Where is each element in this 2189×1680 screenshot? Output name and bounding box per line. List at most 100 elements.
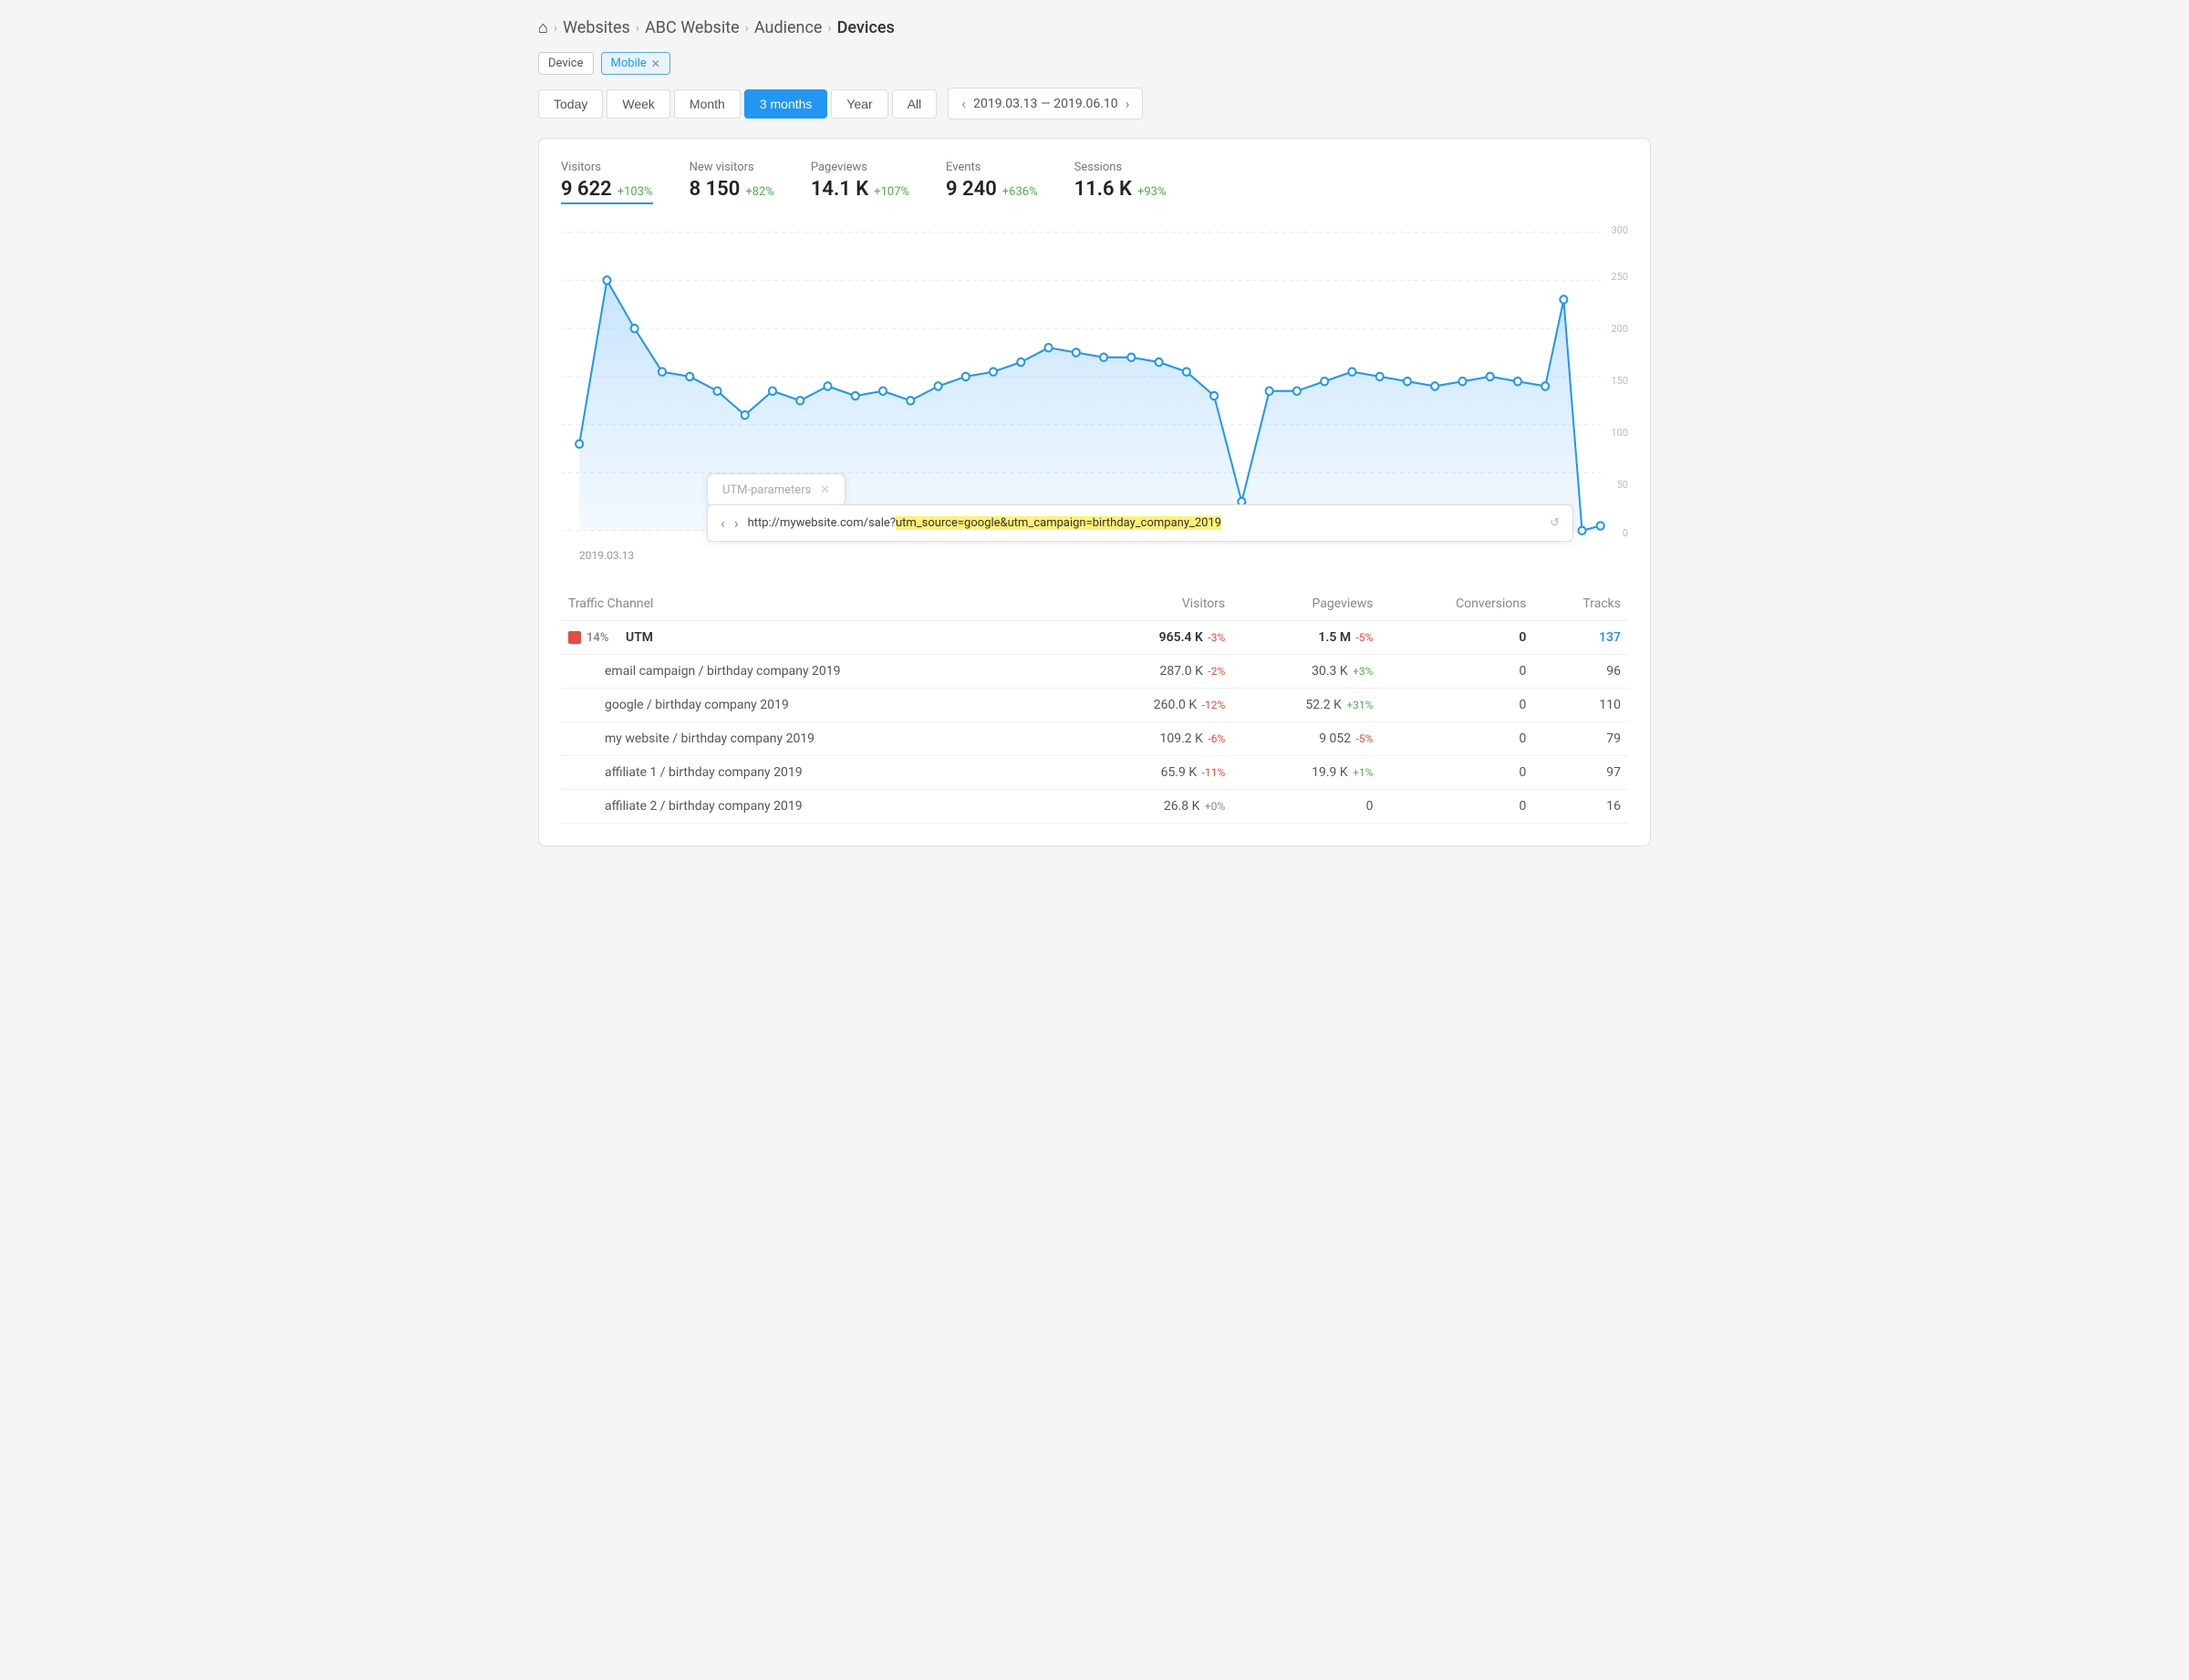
affiliate1-visitors-pct: -11% [1202, 766, 1226, 779]
y-label-300: 300 [1611, 224, 1628, 236]
affiliate1-name: affiliate 1 / birthday company 2019 [605, 765, 803, 780]
new-visitors-number: 8 150 [690, 178, 741, 201]
date-prev[interactable]: ‹ [961, 95, 966, 112]
stats-row: Visitors 9 622 +103% New visitors 8 150 … [561, 161, 1628, 204]
y-label-0: 0 [1623, 527, 1628, 539]
affiliate2-channel-cell: affiliate 2 / birthday company 2019 [561, 790, 1077, 824]
mywebsite-visitors-pct: -6% [1208, 732, 1225, 745]
stat-sessions: Sessions 11.6 K +93% [1074, 161, 1167, 204]
y-label-50: 50 [1617, 479, 1628, 491]
chart-container: 300 250 200 150 100 50 0 [561, 223, 1628, 569]
filter-device[interactable]: Device [538, 52, 594, 75]
affiliate1-pageviews-pct: +1% [1353, 766, 1373, 779]
y-label-100: 100 [1611, 427, 1628, 439]
table-row-utm: 14% UTM 965.4 K -3% 1.5 M -5% 0 137 [561, 621, 1628, 655]
url-back[interactable]: ‹ [721, 514, 725, 532]
affiliate1-channel-cell: affiliate 1 / birthday company 2019 [561, 756, 1077, 790]
filter-device-label: Device [548, 57, 584, 70]
utm-pageviews: 1.5 M -5% [1232, 621, 1380, 655]
date-range-text: 2019.03.13 — 2019.06.10 [973, 97, 1118, 111]
url-refresh[interactable]: ↺ [1550, 516, 1560, 530]
events-number: 9 240 [946, 178, 997, 201]
url-forward[interactable]: › [734, 514, 739, 532]
pageviews-number: 14.1 K [811, 178, 868, 201]
btn-year[interactable]: Year [831, 89, 887, 119]
table-row-mywebsite: my website / birthday company 2019 109.2… [561, 722, 1628, 756]
traffic-table: Traffic Channel Visitors Pageviews Conve… [561, 587, 1628, 824]
url-highlight: utm_source=google&utm_campaign=birthday_… [896, 516, 1221, 530]
breadcrumb-sep-2: › [636, 21, 639, 36]
filter-mobile-close[interactable]: ✕ [651, 57, 660, 70]
table-header-row: Traffic Channel Visitors Pageviews Conve… [561, 587, 1628, 621]
th-conversions: Conversions [1380, 587, 1533, 621]
utm-channel-cell: 14% UTM [561, 621, 1077, 655]
email-channel-cell: email campaign / birthday company 2019 [561, 655, 1077, 689]
filter-mobile-label: Mobile [611, 57, 647, 70]
utm-indicator [568, 631, 581, 644]
breadcrumb-audience[interactable]: Audience [754, 18, 823, 37]
y-label-150: 150 [1611, 375, 1628, 387]
pageviews-pct: +107% [874, 185, 909, 199]
breadcrumb-abc[interactable]: ABC Website [645, 18, 740, 37]
sessions-pct: +93% [1137, 185, 1167, 199]
utm-popup: UTM-parameters ✕ [707, 473, 846, 507]
y-label-250: 250 [1611, 271, 1628, 283]
y-label-200: 200 [1611, 323, 1628, 335]
breadcrumb-websites[interactable]: Websites [563, 18, 630, 37]
home-icon[interactable]: ⌂ [538, 18, 548, 37]
th-tracks: Tracks [1533, 587, 1628, 621]
th-pageviews: Pageviews [1232, 587, 1380, 621]
visitors-number: 9 622 [561, 178, 612, 201]
btn-month[interactable]: Month [674, 89, 741, 119]
btn-today[interactable]: Today [538, 89, 603, 119]
stat-pageviews-value: 14.1 K +107% [811, 178, 909, 201]
btn-week[interactable]: Week [607, 89, 670, 119]
affiliate2-pageviews: 0 [1232, 790, 1380, 824]
breadcrumb-devices: Devices [837, 18, 895, 37]
affiliate2-visitors-pct: +0% [1205, 800, 1225, 813]
google-conversions: 0 [1380, 689, 1533, 722]
mywebsite-name: my website / birthday company 2019 [605, 731, 814, 746]
events-pct: +636% [1002, 185, 1038, 199]
google-pageviews: 52.2 K +31% [1232, 689, 1380, 722]
utm-tracks-link[interactable]: 137 [1599, 630, 1621, 645]
date-next[interactable]: › [1126, 95, 1130, 112]
stat-pageviews: Pageviews 14.1 K +107% [811, 161, 909, 204]
stat-visitors-label: Visitors [561, 161, 653, 174]
utm-name: UTM [626, 630, 653, 645]
affiliate2-name: affiliate 2 / birthday company 2019 [605, 799, 803, 814]
stat-visitors: Visitors 9 622 +103% [561, 161, 653, 204]
time-selector: Today Week Month 3 months Year All ‹ 201… [538, 88, 1651, 119]
btn-3months[interactable]: 3 months [744, 89, 828, 119]
stat-pageviews-label: Pageviews [811, 161, 909, 174]
filter-mobile[interactable]: Mobile ✕ [601, 52, 670, 75]
email-pageviews-pct: +3% [1353, 665, 1373, 678]
breadcrumb-sep-3: › [745, 21, 749, 36]
chart-date-label: 2019.03.13 [579, 549, 634, 562]
email-tracks: 96 [1533, 655, 1628, 689]
stat-new-visitors-value: 8 150 +82% [690, 178, 774, 201]
stat-sessions-value: 11.6 K +93% [1074, 178, 1167, 201]
table-row-affiliate2: affiliate 2 / birthday company 2019 26.8… [561, 790, 1628, 824]
google-pageviews-pct: +31% [1346, 699, 1373, 711]
mywebsite-pageviews: 9 052 -5% [1232, 722, 1380, 756]
table-row-affiliate1: affiliate 1 / birthday company 2019 65.9… [561, 756, 1628, 790]
email-conversions: 0 [1380, 655, 1533, 689]
email-visitors-pct: -2% [1208, 665, 1225, 678]
btn-all[interactable]: All [892, 89, 938, 119]
th-visitors: Visitors [1077, 587, 1232, 621]
email-pageviews: 30.3 K +3% [1232, 655, 1380, 689]
stat-sessions-label: Sessions [1074, 161, 1167, 174]
visitors-pct: +103% [617, 185, 653, 199]
utm-close-btn[interactable]: ✕ [820, 483, 830, 497]
affiliate2-tracks: 16 [1533, 790, 1628, 824]
table-row-email: email campaign / birthday company 2019 2… [561, 655, 1628, 689]
utm-visitors: 965.4 K -3% [1077, 621, 1232, 655]
email-name: email campaign / birthday company 2019 [605, 664, 841, 679]
breadcrumb-sep: › [554, 21, 557, 36]
breadcrumb-sep-4: › [827, 21, 831, 36]
affiliate1-tracks: 97 [1533, 756, 1628, 790]
url-text: http://mywebsite.com/sale?utm_source=goo… [748, 516, 1221, 530]
breadcrumb: ⌂ › Websites › ABC Website › Audience › … [538, 18, 1651, 37]
stat-visitors-value: 9 622 +103% [561, 178, 653, 204]
